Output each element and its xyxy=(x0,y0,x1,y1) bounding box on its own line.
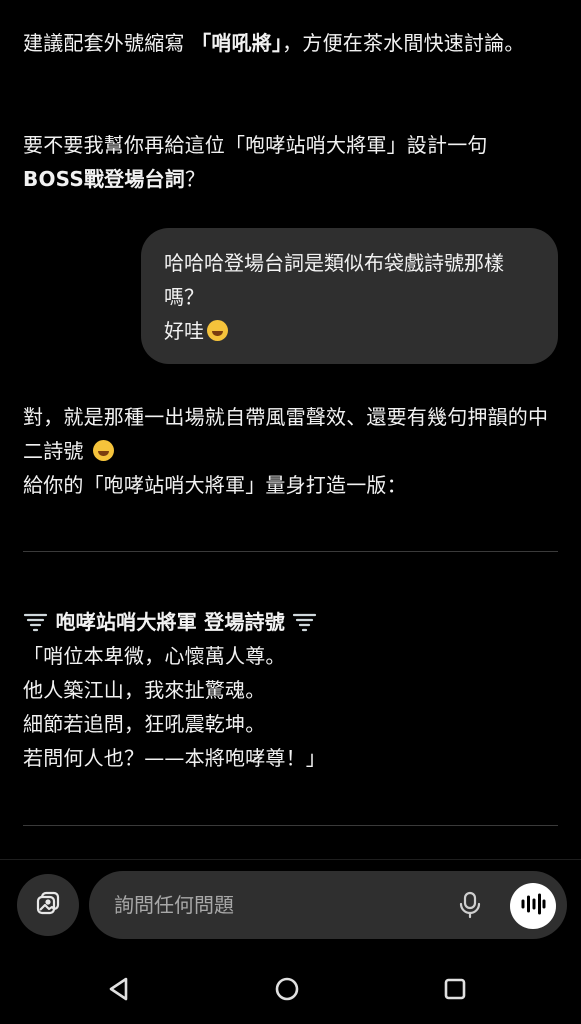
image-icon xyxy=(33,888,63,922)
chat-thread[interactable]: 建議配套外號縮寫 「哨吼將」，方便在茶水間快速討論。 要不要我幫你再給這位「咆哮… xyxy=(0,0,581,860)
message-input-placeholder: 詢問任何問題 xyxy=(114,893,234,917)
recents-square-icon[interactable] xyxy=(442,976,468,1002)
text-span: ，方便在茶水間快速討論。 xyxy=(282,31,525,55)
back-triangle-icon[interactable] xyxy=(106,976,132,1002)
assistant-paragraph-1: 建議配套外號縮寫 「哨吼將」，方便在茶水間快速討論。 xyxy=(23,26,558,60)
voice-mode-button[interactable] xyxy=(510,883,556,929)
text-span: ？ xyxy=(184,167,206,191)
tornado-icon xyxy=(292,609,318,632)
bold-boss-line: BOSS戰登場台詞 xyxy=(23,167,185,191)
mic-icon[interactable] xyxy=(458,890,482,920)
text-span: 給你的「咆哮站哨大將軍」量身打造一版： xyxy=(23,473,407,497)
message-input[interactable]: 詢問任何問題 xyxy=(89,871,567,939)
poem-line: 細節若追問，狂吼震乾坤。 xyxy=(23,712,266,736)
tornado-icon xyxy=(23,609,49,632)
poem-block: 咆哮站哨大將軍 登場詩號 「哨位本卑微，心懷萬人尊。 他人築江山，我來扯驚魂。 細節… xyxy=(23,605,558,775)
attach-image-button[interactable] xyxy=(17,874,79,936)
rolling-laughing-emoji-icon xyxy=(207,320,228,341)
poem-line: 若問何人也？——本將咆哮尊！」 xyxy=(23,746,326,770)
text-span: 建議配套外號縮寫 xyxy=(23,31,192,55)
poem-line: 他人築江山，我來扯驚魂。 xyxy=(23,678,266,702)
user-message-bubble[interactable]: 哈哈哈登場台詞是類似布袋戲詩號那樣嗎？ 好哇 xyxy=(141,228,558,364)
android-nav-bar xyxy=(0,950,581,1024)
poem-title: 咆哮站哨大將軍 登場詩號 xyxy=(55,610,285,634)
voice-mode-icon xyxy=(520,893,546,919)
divider xyxy=(23,825,558,826)
divider xyxy=(23,551,558,552)
giggle-emoji-icon xyxy=(93,440,115,461)
poem-line: 「哨位本卑微，心懷萬人尊。 xyxy=(23,644,286,668)
home-circle-icon[interactable] xyxy=(274,976,300,1002)
text-span: 要不要我幫你再給這位「咆哮站哨大將軍」設計一句 xyxy=(23,133,488,157)
assistant-paragraph-2: 要不要我幫你再給這位「咆哮站哨大將軍」設計一句 BOSS戰登場台詞？ xyxy=(23,128,558,196)
assistant-paragraph-3: 對，就是那種一出場就自帶風雷聲效、還要有幾句押韻的中二詩號 給你的「咆哮站哨大將… xyxy=(23,400,558,502)
bold-nickname: 「哨吼將」 xyxy=(191,31,283,55)
